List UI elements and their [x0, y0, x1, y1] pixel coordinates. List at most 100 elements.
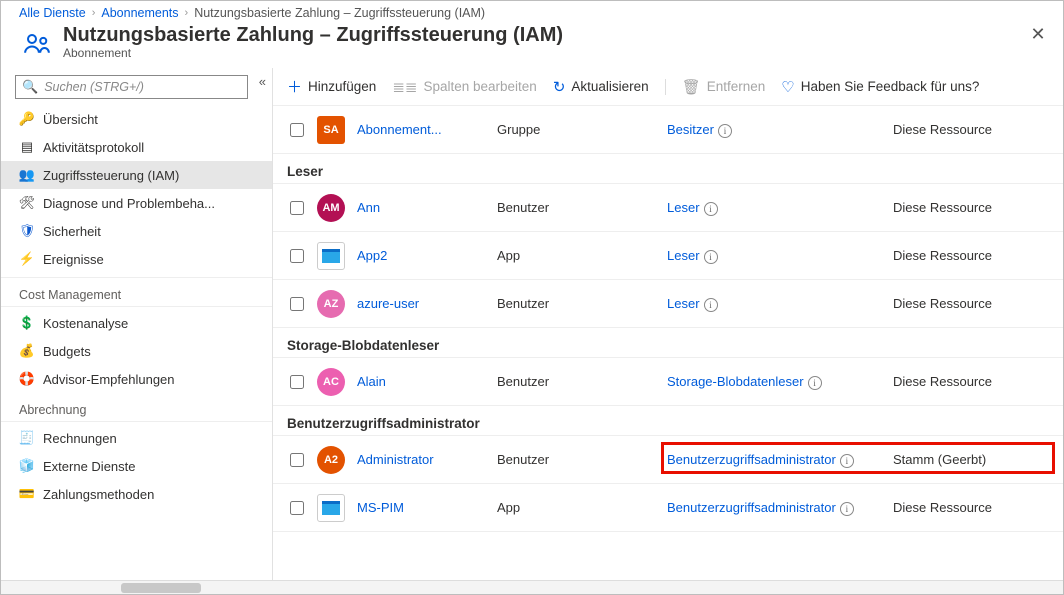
table-row: App2 App Leseri Diese Ressource [273, 232, 1063, 280]
row-scope: Diese Ressource [893, 248, 1053, 263]
row-name-link[interactable]: azure-user [357, 296, 419, 311]
breadcrumb: Alle Dienste › Abonnements › Nutzungsbas… [1, 3, 1063, 23]
close-icon[interactable]: ✕ [1023, 24, 1053, 45]
group-header: Leser [273, 154, 1063, 184]
sidebar-item-externe-dienste[interactable]: 🧊 Externe Dienste [1, 452, 272, 480]
row-checkbox[interactable] [290, 123, 304, 137]
row-checkbox[interactable] [290, 501, 304, 515]
avatar: SA [317, 116, 345, 144]
collapse-sidebar-icon[interactable]: « [259, 74, 266, 89]
sidebar-item-label: Externe Dienste [43, 459, 136, 474]
sidebar-section-label: Cost Management [1, 278, 272, 307]
table-row: MS-PIM App Benutzerzugriffsadministrator… [273, 484, 1063, 532]
sidebar-item-label: Zugriffssteuerung (IAM) [43, 168, 179, 183]
heart-icon: ♡ [781, 78, 794, 96]
row-name-link[interactable]: Alain [357, 374, 386, 389]
people-icon [17, 24, 57, 64]
row-scope: Diese Ressource [893, 374, 1053, 389]
refresh-icon: ↻ [553, 78, 566, 96]
row-type: App [497, 500, 667, 515]
row-checkbox[interactable] [290, 249, 304, 263]
info-icon[interactable]: i [704, 250, 718, 264]
shield-icon: 🛡 [19, 223, 35, 239]
sidebar-item-label: Diagnose und Problembeha... [43, 196, 215, 211]
remove-button[interactable]: 🗑 Entfernen [682, 78, 766, 96]
info-icon[interactable]: i [704, 298, 718, 312]
toolbar-separator [665, 79, 666, 95]
edit-columns-label: Spalten bearbeiten [423, 79, 536, 94]
sidebar-item-ereignisse[interactable]: ⚡ Ereignisse [1, 245, 272, 273]
row-scope: Diese Ressource [893, 122, 1053, 137]
sidebar-item-label: Sicherheit [43, 224, 101, 239]
horizontal-scrollbar[interactable] [1, 580, 1063, 594]
payment-methods-icon: 💳 [19, 486, 35, 502]
row-type: Benutzer [497, 200, 667, 215]
row-role[interactable]: Benutzerzugriffsadministratori [667, 500, 893, 516]
table-row: AZ azure-user Benutzer Leseri Diese Ress… [273, 280, 1063, 328]
title-bar: Nutzungsbasierte Zahlung – Zugriffssteue… [1, 23, 1063, 68]
row-checkbox[interactable] [290, 297, 304, 311]
sidebar-item-budgets[interactable]: 💰 Budgets [1, 337, 272, 365]
sidebar-item-zahlungsmethoden[interactable]: 💳 Zahlungsmethoden [1, 480, 272, 508]
table-row: A2 Administrator Benutzer Benutzerzugrif… [273, 436, 1063, 484]
row-type: Benutzer [497, 452, 667, 467]
row-role[interactable]: Besitzeri [667, 122, 893, 138]
sidebar-item-label: Advisor-Empfehlungen [43, 372, 175, 387]
row-type: Benutzer [497, 296, 667, 311]
row-scope: Stamm (Geerbt) [893, 452, 1053, 467]
app-tile-icon [317, 242, 345, 270]
refresh-label: Aktualisieren [571, 79, 648, 94]
search-icon: 🔍 [22, 79, 38, 95]
row-role[interactable]: Storage-Blobdatenleseri [667, 374, 893, 390]
breadcrumb-link-1[interactable]: Abonnements [101, 6, 178, 20]
breadcrumb-link-0[interactable]: Alle Dienste [19, 6, 86, 20]
info-icon[interactable]: i [718, 124, 732, 138]
row-name-link[interactable]: Ann [357, 200, 380, 215]
sidebar-item-label: Zahlungsmethoden [43, 487, 154, 502]
sidebar-item-label: Ereignisse [43, 252, 104, 267]
row-role[interactable]: Benutzerzugriffsadministratori [667, 452, 893, 468]
row-name-link[interactable]: MS-PIM [357, 500, 404, 515]
info-icon[interactable]: i [704, 202, 718, 216]
chevron-right-icon: › [185, 7, 189, 19]
row-type: Benutzer [497, 374, 667, 389]
table-row: AC Alain Benutzer Storage-Blobdatenleser… [273, 358, 1063, 406]
row-role[interactable]: Leseri [667, 296, 893, 312]
edit-columns-button[interactable]: ≣≣ Spalten bearbeiten [392, 78, 536, 96]
row-scope: Diese Ressource [893, 500, 1053, 515]
search-input[interactable]: 🔍 Suchen (STRG+/) [15, 75, 248, 99]
row-type: Gruppe [497, 122, 667, 137]
sidebar-item-advisor-empfehlungen[interactable]: 🛟 Advisor-Empfehlungen [1, 365, 272, 393]
advisor-icon: 🛟 [19, 371, 35, 387]
feedback-button[interactable]: ♡ Haben Sie Feedback für uns? [781, 78, 979, 96]
feedback-label: Haben Sie Feedback für uns? [801, 79, 980, 94]
info-icon[interactable]: i [840, 454, 854, 468]
page-title: Nutzungsbasierte Zahlung – Zugriffssteue… [63, 24, 563, 47]
activity-log-icon: ▤ [19, 139, 35, 155]
sidebar-section-label: Abrechnung [1, 393, 272, 422]
row-checkbox[interactable] [290, 453, 304, 467]
row-name-link[interactable]: Abonnement... [357, 122, 442, 137]
add-button[interactable]: ＋ Hinzufügen [287, 76, 376, 97]
sidebar-item-aktivit-tsprotokoll[interactable]: ▤ Aktivitätsprotokoll [1, 133, 272, 161]
row-checkbox[interactable] [290, 201, 304, 215]
main-content: ＋ Hinzufügen ≣≣ Spalten bearbeiten ↻ Akt… [273, 68, 1063, 580]
avatar: AC [317, 368, 345, 396]
sidebar-item-zugriffssteuerung-iam-[interactable]: 👥 Zugriffssteuerung (IAM) [1, 161, 272, 189]
sidebar-item-diagnose-und-problembeha-[interactable]: 🛠 Diagnose und Problembeha... [1, 189, 272, 217]
info-icon[interactable]: i [840, 502, 854, 516]
sidebar-item-kostenanalyse[interactable]: 💲 Kostenanalyse [1, 309, 272, 337]
refresh-button[interactable]: ↻ Aktualisieren [553, 78, 649, 96]
sidebar-item--bersicht[interactable]: 🔑 Übersicht [1, 105, 272, 133]
row-role[interactable]: Leseri [667, 200, 893, 216]
row-name-link[interactable]: Administrator [357, 452, 434, 467]
sidebar-item-sicherheit[interactable]: 🛡 Sicherheit [1, 217, 272, 245]
sidebar: « 🔍 Suchen (STRG+/) 🔑 Übersicht ▤ Aktivi… [1, 68, 273, 580]
info-icon[interactable]: i [808, 376, 822, 390]
row-name-link[interactable]: App2 [357, 248, 387, 263]
sidebar-item-rechnungen[interactable]: 🧾 Rechnungen [1, 424, 272, 452]
bolt-icon: ⚡ [19, 251, 35, 267]
cost-analysis-icon: 💲 [19, 315, 35, 331]
row-role[interactable]: Leseri [667, 248, 893, 264]
row-checkbox[interactable] [290, 375, 304, 389]
